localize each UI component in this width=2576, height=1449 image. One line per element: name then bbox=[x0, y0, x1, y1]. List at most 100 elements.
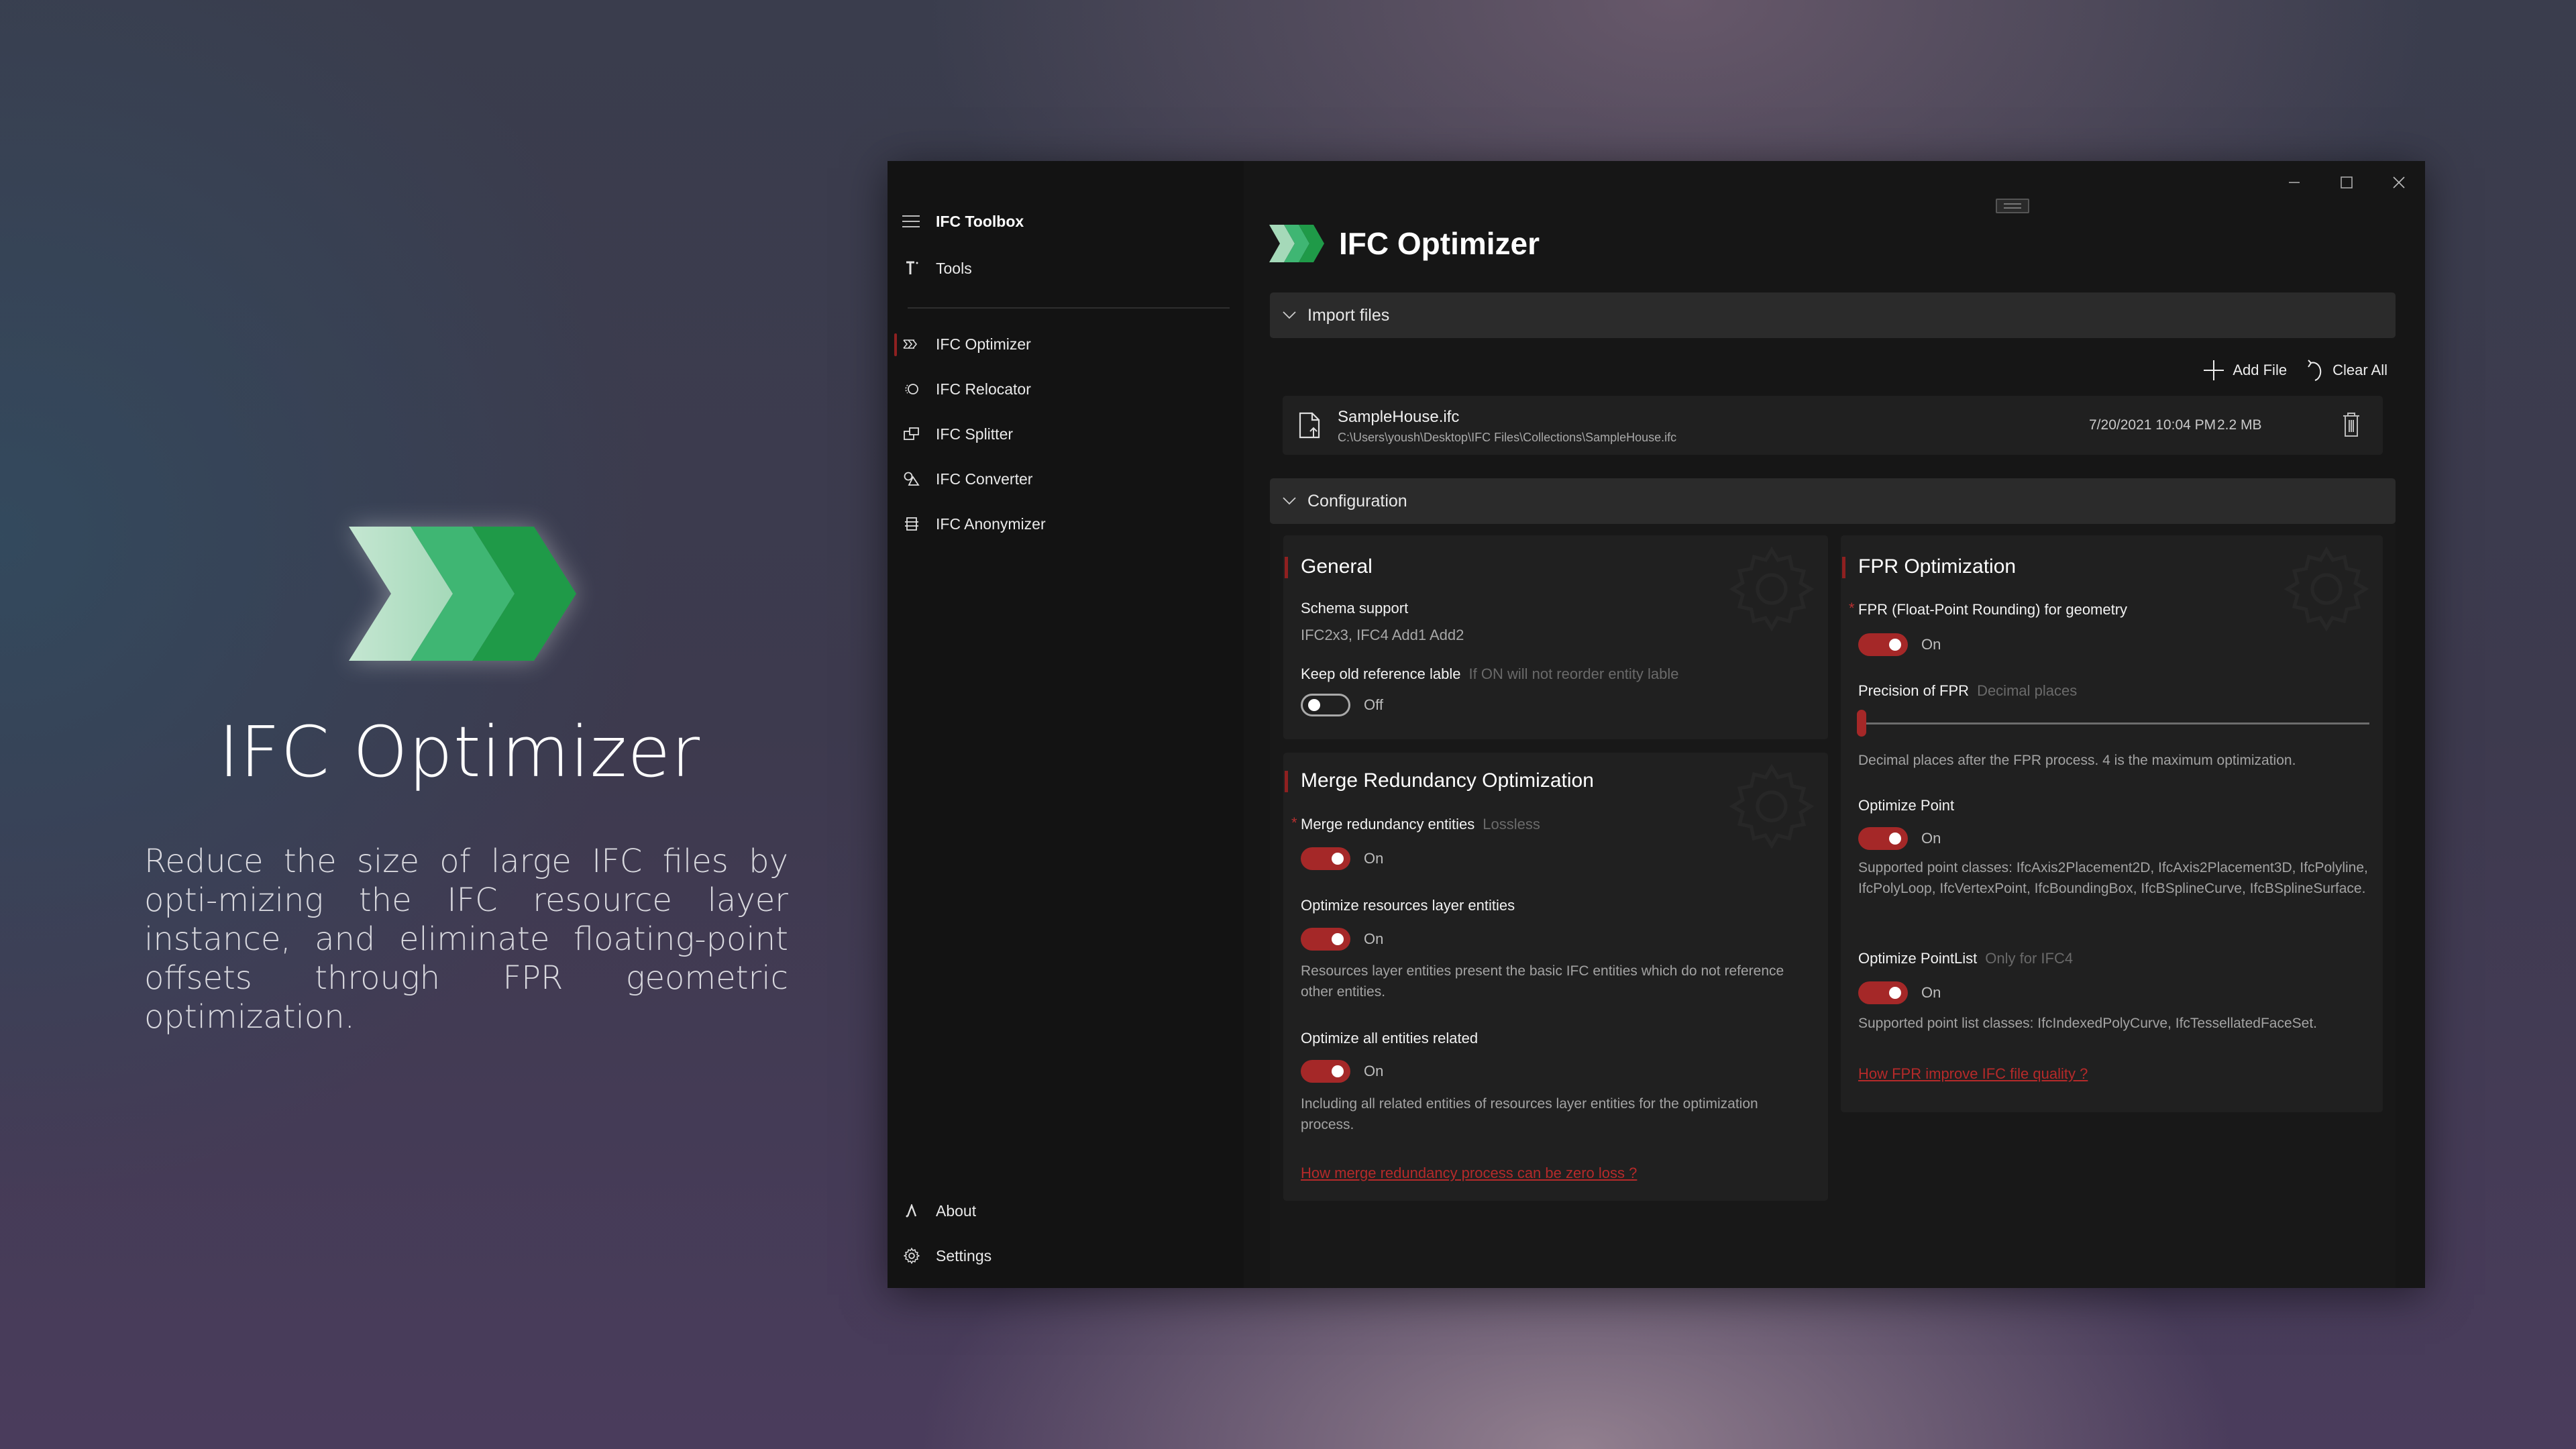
import-toolbar: Add File Clear All bbox=[2183, 356, 2387, 385]
optimize-point-label: Optimize Point bbox=[1858, 797, 1955, 814]
file-date: 7/20/2021 10:04 PM bbox=[2089, 417, 2216, 433]
nav-header[interactable]: IFC Toolbox bbox=[902, 208, 1024, 235]
add-file-button[interactable]: Add File bbox=[2203, 360, 2287, 381]
optimize-pointlist-label: Optimize PointList Only for IFC4 bbox=[1858, 950, 2073, 967]
label-text: Keep old reference lable bbox=[1301, 665, 1461, 682]
precision-slider[interactable] bbox=[1857, 710, 2369, 737]
sidebar-item-label: Tools bbox=[936, 259, 972, 277]
sidebar-item-label: IFC Splitter bbox=[936, 425, 1014, 443]
page-title: IFC Optimizer bbox=[1339, 226, 1540, 261]
sidebar-item-ifc-optimizer[interactable]: IFC Optimizer bbox=[888, 325, 1244, 363]
sidebar-divider bbox=[908, 307, 1230, 309]
optimize-point-toggle[interactable] bbox=[1858, 827, 1908, 850]
toggle-state: On bbox=[1364, 1063, 1384, 1079]
label-hint: Lossless bbox=[1483, 816, 1540, 833]
window-caption-buttons bbox=[2268, 161, 2425, 204]
add-file-label: Add File bbox=[2233, 362, 2288, 378]
close-icon bbox=[2393, 176, 2405, 189]
delete-file-icon[interactable] bbox=[2342, 412, 2361, 437]
schema-support-value: IFC2x3, IFC4 Add1 Add2 bbox=[1301, 627, 1464, 643]
gear-watermark-icon bbox=[1729, 546, 1815, 632]
expander-title: Configuration bbox=[1307, 491, 1407, 511]
sidebar-item-ifc-relocator[interactable]: IFC Relocator bbox=[888, 370, 1244, 408]
gear-watermark-icon bbox=[1729, 763, 1815, 849]
undo-icon bbox=[2308, 360, 2322, 381]
maximize-icon bbox=[2341, 176, 2353, 189]
sidebar-item-ifc-splitter[interactable]: IFC Splitter bbox=[888, 415, 1244, 453]
file-upload-icon bbox=[1299, 412, 1320, 439]
keep-reference-toggle[interactable] bbox=[1301, 694, 1350, 716]
drag-handle[interactable] bbox=[1996, 199, 2029, 213]
splitter-icon bbox=[902, 427, 921, 441]
card-title: General bbox=[1285, 555, 1373, 578]
sidebar-item-label: About bbox=[936, 1201, 977, 1220]
app-title: IFC Toolbox bbox=[936, 212, 1024, 230]
merge-entities-label: * Merge redundancy entities Lossless bbox=[1291, 814, 1540, 833]
anonymizer-icon bbox=[902, 517, 921, 531]
label-text: Optimize PointList bbox=[1858, 950, 1978, 967]
clear-all-button[interactable]: Clear All bbox=[2307, 359, 2387, 382]
label-hint: Decimal places bbox=[1977, 682, 2078, 699]
optimize-point-description: Supported point classes: IfcAxis2Placeme… bbox=[1858, 860, 2368, 896]
expander-title: Import files bbox=[1307, 305, 1390, 325]
maximize-button[interactable] bbox=[2320, 161, 2373, 204]
label-text: Precision of FPR bbox=[1858, 682, 1970, 699]
file-size: 2.2 MB bbox=[2217, 417, 2262, 433]
toggle-state: On bbox=[1921, 830, 1941, 847]
close-button[interactable] bbox=[2373, 161, 2425, 204]
gear-watermark-icon bbox=[2284, 546, 2369, 632]
keep-reference-label: Keep old reference lable If ON will not r… bbox=[1301, 665, 1679, 683]
file-name: SampleHouse.ifc bbox=[1338, 408, 1460, 426]
optimize-pointlist-description: Supported point list classes: IfcIndexed… bbox=[1858, 1016, 2318, 1031]
gear-icon bbox=[902, 1247, 921, 1265]
optimizer-chevrons-icon bbox=[902, 339, 921, 350]
related-entities-toggle[interactable] bbox=[1301, 1060, 1350, 1083]
sidebar-item-about[interactable]: About bbox=[888, 1192, 1244, 1230]
main-content: IFC Optimizer Import files Add File Clea… bbox=[1244, 161, 2425, 1288]
optimizer-logo-icon bbox=[349, 527, 576, 661]
slider-track bbox=[1858, 722, 2369, 724]
sidebar-item-ifc-converter[interactable]: IFC Converter bbox=[888, 460, 1244, 498]
resources-layer-description: Resources layer entities present the bas… bbox=[1301, 963, 1784, 1000]
sidebar-item-label: IFC Optimizer bbox=[936, 335, 1031, 353]
file-list-item[interactable]: SampleHouse.ifc C:\Users\yoush\Desktop\I… bbox=[1283, 396, 2383, 455]
configuration-expander[interactable]: Configuration bbox=[1270, 478, 2396, 524]
app-window: IFC Toolbox Tools IFC Optimizer IFC Relo… bbox=[888, 161, 2425, 1288]
toggle-state: On bbox=[1921, 636, 1941, 653]
schema-support-label: Schema support bbox=[1301, 600, 1409, 616]
fpr-help-link[interactable]: How FPR improve IFC file quality ? bbox=[1858, 1065, 2088, 1083]
sidebar-item-ifc-anonymizer[interactable]: IFC Anonymizer bbox=[888, 505, 1244, 543]
resources-layer-toggle[interactable] bbox=[1301, 928, 1350, 951]
label-hint: If ON will not reorder entity lable bbox=[1468, 665, 1679, 682]
tools-icon bbox=[902, 261, 921, 276]
precision-description: Decimal places after the FPR process. 4 … bbox=[1858, 753, 2296, 768]
label-hint: Only for IFC4 bbox=[1985, 950, 2074, 967]
merge-help-link[interactable]: How merge redundancy process can be zero… bbox=[1301, 1165, 1637, 1182]
clear-all-label: Clear All bbox=[2332, 362, 2387, 378]
optimize-pointlist-toggle[interactable] bbox=[1858, 981, 1908, 1004]
import-files-expander[interactable]: Import files bbox=[1270, 292, 2396, 338]
toggle-state: On bbox=[1921, 984, 1941, 1001]
configuration-body: General Schema support IFC2x3, IFC4 Add1… bbox=[1270, 524, 2396, 1288]
fpr-optimization-card: FPR Optimization * FPR (Float-Point Round… bbox=[1841, 535, 2383, 1112]
required-marker: * bbox=[1849, 600, 1855, 616]
toggle-state: Off bbox=[1364, 696, 1383, 713]
chevron-down-icon bbox=[1282, 308, 1297, 323]
relocator-icon bbox=[902, 382, 921, 396]
file-path: C:\Users\yoush\Desktop\IFC Files\Collect… bbox=[1338, 431, 1677, 444]
slider-thumb[interactable] bbox=[1857, 710, 1866, 737]
minimize-button[interactable] bbox=[2268, 161, 2320, 204]
optimizer-logo-icon bbox=[1269, 225, 1324, 262]
sidebar-item-label: IFC Converter bbox=[936, 470, 1033, 488]
hamburger-menu-icon[interactable] bbox=[902, 215, 920, 227]
converter-icon bbox=[902, 472, 921, 486]
resources-layer-label: Optimize resources layer entities bbox=[1301, 897, 1515, 914]
sidebar-item-label: IFC Relocator bbox=[936, 380, 1031, 398]
sidebar-item-settings[interactable]: Settings bbox=[888, 1237, 1244, 1275]
sidebar-item-tools[interactable]: Tools bbox=[888, 250, 1244, 287]
merge-entities-toggle[interactable] bbox=[1301, 847, 1350, 870]
sidebar: IFC Toolbox Tools IFC Optimizer IFC Relo… bbox=[888, 161, 1244, 1288]
fpr-geometry-toggle[interactable] bbox=[1858, 633, 1908, 656]
card-title: FPR Optimization bbox=[1841, 555, 2017, 578]
promo-title: IFC Optimizer bbox=[218, 711, 701, 793]
